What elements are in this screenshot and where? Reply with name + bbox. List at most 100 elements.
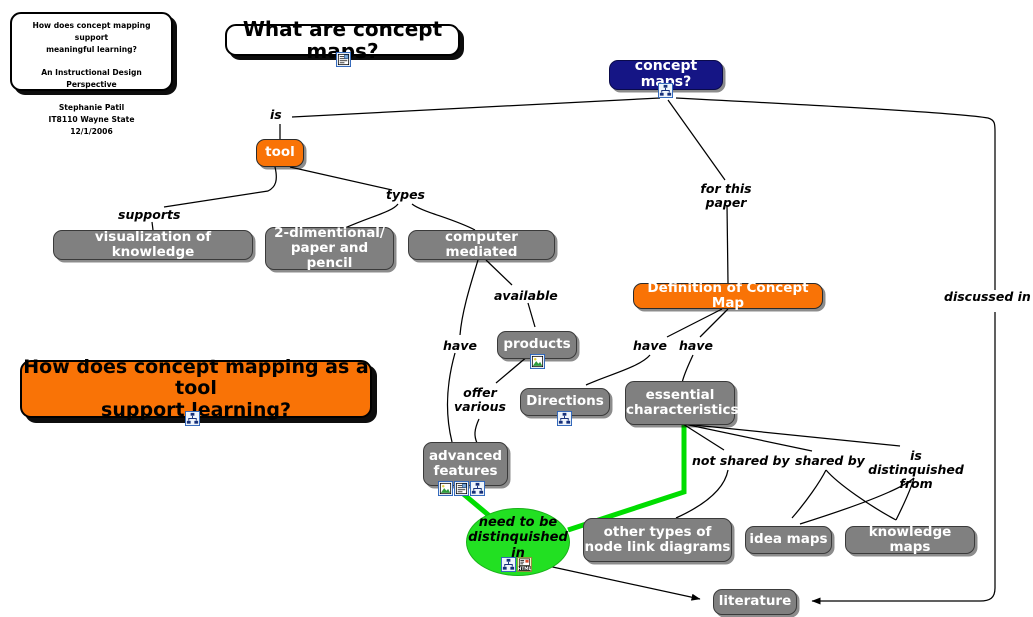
node-advanced-line2: features [433,463,498,479]
node-computer-mediated-label: computer mediated [445,228,518,260]
edge-offervarious-advanced [474,418,480,444]
edge-types-computer [411,203,476,231]
node-other-line1: other types of [603,523,712,540]
phrase-shared-by-text: shared by [795,453,865,468]
phrase-shared-by: shared by [795,454,865,468]
edge-essential-need-green [567,424,687,533]
title-card-line2: meaningful learning? [46,44,137,54]
edge-conceptmaps-forthispaper [667,99,726,181]
node-definition-of-concept-map-label: Definition of Concept Map [647,279,809,311]
phrase-not-shared-by-text: not shared by [692,453,790,468]
phrase-paper-text: paper [705,195,747,210]
edge-tool-types [289,166,393,191]
phrase-is: is [270,108,282,122]
phrase-not-shared-by: not shared by [692,454,790,468]
html-icon[interactable]: HTML [517,557,532,572]
edge-tool-supports [163,166,277,208]
concept-map-icon[interactable] [185,411,200,426]
node-bigq-line1: How does concept mapping as a tool [23,356,369,400]
node-knowledge-maps[interactable]: knowledge maps [845,523,975,555]
image-icon[interactable] [530,354,545,369]
phrase-supports-text: supports [118,207,181,222]
node-need-to-be-distinquished-in-label: need to be distinquished in [467,515,569,560]
concept-map-icon[interactable] [557,411,572,426]
edge-forthispaper-definition [726,204,729,284]
node-visualization-of-knowledge-label: visualization of knowledge [94,228,212,260]
edge-essential-isdistinquished [683,423,901,447]
phrase-offer-various: offer various [450,386,510,414]
phrase-is-text: is [270,107,282,122]
phrase-various-text: various [454,399,506,414]
edge-essential-sharedby [683,423,813,452]
icon-strip-products[interactable] [530,354,545,369]
icon-strip-what-are-concept-maps[interactable] [336,52,351,67]
phrase-have-essential: have [679,339,713,353]
node-other-types-label: other types of node link diagrams [584,523,731,555]
edge-have-essential [681,354,694,384]
node-visualization-of-knowledge[interactable]: visualization of knowledge [53,228,253,260]
edge-sharedby-ideamaps [791,469,827,519]
phrase-discussed-in: discussed in [944,290,1031,304]
title-card-line1: How does concept mapping support [32,21,151,42]
concept-map-canvas: How does concept mapping support meaning… [0,0,1033,617]
node-essential-characteristics-label: essential characteristics [626,386,739,418]
node-computer-mediated[interactable]: computer mediated [408,228,555,260]
icon-strip-advanced-features[interactable] [438,481,485,496]
edge-conceptmaps-is [291,97,661,118]
node-tool[interactable]: tool [256,139,304,167]
phrase-isdist-line2: from [899,476,933,491]
node-essential-line2: characteristics [626,402,739,418]
node-knowledge-maps-label: knowledge maps [868,523,952,555]
node-literature[interactable]: literature [713,589,797,615]
edge-computer-available [485,259,513,286]
edge-essential-notsharedby [682,423,725,451]
document-icon[interactable] [454,481,469,496]
concept-map-icon[interactable] [501,557,516,572]
phrase-is-distinquished-from: is distinquished from [866,449,966,491]
phrase-have-computer: have [443,339,477,353]
node-tool-label: tool [265,144,295,161]
edge-products-offervarious [495,355,529,384]
node-how-does-concept-mapping-as-a-tool[interactable]: How does concept mapping as a tool suppo… [20,356,372,420]
icon-strip-concept-maps[interactable] [658,83,673,98]
phrase-isdist-line1: is distinquished [868,448,964,477]
phrase-for-this-paper: for this paper [697,182,755,210]
phrase-available: available [494,289,558,303]
node-advanced-features-label: advanced features [424,447,507,479]
node-other-types-of-node-link-diagrams[interactable]: other types of node link diagrams [583,518,732,562]
title-card-line3: An Instructional Design Perspective [41,68,142,89]
node-2-dimentional-paper-and-pencil-label: 2-dimentional/ paper and pencil [266,224,393,271]
concept-map-icon[interactable] [658,83,673,98]
node-other-line2: node link diagrams [584,539,731,555]
concept-map-icon[interactable] [470,481,485,496]
node-2dim-line1: 2-dimentional/ [274,224,385,241]
node-products-label: products [503,336,571,353]
edge-definition-have-left [666,308,723,338]
icon-strip-directions[interactable] [557,411,572,426]
phrase-discussed-in-text: discussed in [944,289,1031,304]
node-advanced-line1: advanced [428,447,503,464]
edge-computer-have [459,259,479,336]
phrase-supports: supports [118,208,180,222]
edge-definition-have-right [699,308,729,338]
image-icon[interactable] [438,481,453,496]
phrase-types-text: types [386,187,425,202]
node-idea-maps-label: idea maps [749,531,828,548]
node-2-dimentional-paper-and-pencil[interactable]: 2-dimentional/ paper and pencil [265,224,394,271]
node-advanced-features[interactable]: advanced features [423,442,508,486]
edge-available-products [527,302,536,328]
title-card-line5: IT8110 Wayne State [48,115,135,125]
phrase-types: types [386,188,425,202]
node-directions-label: Directions [526,393,604,410]
edge-need-literature [547,565,701,601]
icon-strip-how-does-concept-mapping[interactable] [185,411,200,426]
node-definition-of-concept-map[interactable]: Definition of Concept Map [633,279,823,311]
node-idea-maps[interactable]: idea maps [745,526,832,554]
node-essential-line1: essential [645,386,715,403]
phrase-offer-text: offer [463,385,497,400]
node-need-l2: distinquished [468,530,568,546]
phrase-have-directions-text: have [633,338,667,353]
document-icon[interactable] [336,52,351,67]
icon-strip-need-to-be-distinquished-in[interactable]: HTML [501,557,532,572]
node-essential-characteristics[interactable]: essential characteristics [625,381,739,425]
